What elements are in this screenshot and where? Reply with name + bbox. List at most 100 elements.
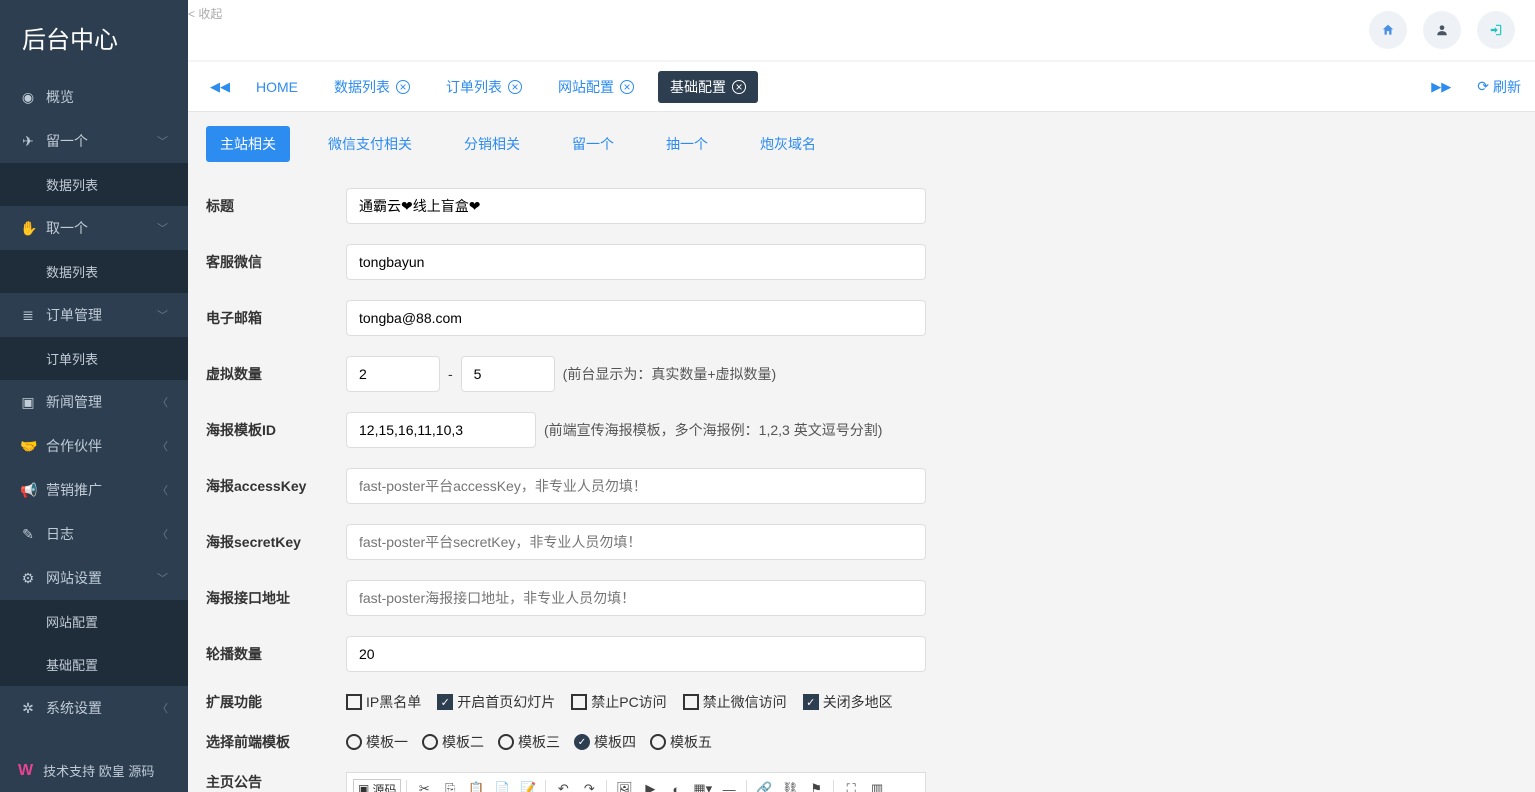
tab[interactable]: 网站配置× <box>546 71 646 103</box>
checkbox-option[interactable]: 禁止PC访问 <box>571 692 666 712</box>
virtual-from-input[interactable] <box>346 356 440 392</box>
sidebar-item[interactable]: ▣新闻管理〈 <box>0 380 188 424</box>
sidebar-item[interactable]: ✲系统设置〈 <box>0 686 188 730</box>
tab[interactable]: HOME <box>244 71 310 103</box>
undo-icon[interactable]: ↶ <box>551 777 575 792</box>
poster-id-input[interactable] <box>346 412 536 448</box>
checkbox-option[interactable]: ✓开启首页幻灯片 <box>437 692 555 712</box>
paste-word-icon[interactable]: 📝 <box>516 777 540 792</box>
unlink-icon[interactable]: ⛓ <box>778 777 802 792</box>
carousel-input[interactable] <box>346 636 926 672</box>
main: ◀◀ HOME数据列表×订单列表×网站配置×基础配置× ▶▶ ⟳ 刷新 主站相关… <box>188 0 1535 792</box>
paste-text-icon[interactable]: 📄 <box>490 777 514 792</box>
subtab[interactable]: 微信支付相关 <box>314 126 426 162</box>
api-url-input[interactable] <box>346 580 926 616</box>
radio-option[interactable]: 模板一 <box>346 732 408 752</box>
sidebar-item[interactable]: ⚙网站设置﹀ <box>0 556 188 600</box>
subtab[interactable]: 抽一个 <box>652 126 722 162</box>
radio-option[interactable]: 模板五 <box>650 732 712 752</box>
subtab[interactable]: 留一个 <box>558 126 628 162</box>
radio-label: 模板一 <box>366 732 408 752</box>
media-icon[interactable]: ◐ <box>664 777 688 792</box>
subtab[interactable]: 分销相关 <box>450 126 534 162</box>
table-icon[interactable]: ▦▾ <box>690 777 715 792</box>
paste-icon[interactable]: 📋 <box>464 777 488 792</box>
checkbox-icon <box>683 694 699 710</box>
checkbox-label: 禁止PC访问 <box>591 692 666 712</box>
subtab[interactable]: 炮灰域名 <box>746 126 830 162</box>
redo-icon[interactable]: ↷ <box>577 777 601 792</box>
wechat-input[interactable] <box>346 244 926 280</box>
sitemap-icon: ⚙ <box>20 570 36 587</box>
subtab[interactable]: 主站相关 <box>206 126 290 162</box>
close-icon[interactable]: × <box>620 80 634 94</box>
label-virtual-count: 虚拟数量 <box>206 364 346 384</box>
secret-key-input[interactable] <box>346 524 926 560</box>
user-button[interactable] <box>1423 11 1461 49</box>
sidebar-subitem[interactable]: 数据列表 <box>0 250 188 293</box>
sidebar-item[interactable]: 📢营销推广〈 <box>0 468 188 512</box>
sidebar-item-label: 数据列表 <box>46 175 168 194</box>
close-icon[interactable]: × <box>396 80 410 94</box>
subtabs: 主站相关微信支付相关分销相关留一个抽一个炮灰域名 <box>188 112 1535 162</box>
cut-icon[interactable]: ✂ <box>412 777 436 792</box>
hand-icon: ✋ <box>20 220 36 237</box>
sidebar-subitem[interactable]: 数据列表 <box>0 163 188 206</box>
checkbox-option[interactable]: 禁止微信访问 <box>683 692 787 712</box>
sidebar-subitem[interactable]: 订单列表 <box>0 337 188 380</box>
radio-option[interactable]: 模板三 <box>498 732 560 752</box>
collapse-toggle[interactable]: < 收起 <box>188 5 222 22</box>
blocks-icon[interactable]: ▥ <box>865 777 889 792</box>
sidebar-item[interactable]: ✈留一个﹀ <box>0 119 188 163</box>
sidebar-item-label: 系统设置 <box>46 698 157 718</box>
sidebar-item[interactable]: ≣订单管理﹀ <box>0 293 188 337</box>
virtual-to-input[interactable] <box>461 356 555 392</box>
radio-option[interactable]: 模板四 <box>574 732 636 752</box>
home-button[interactable] <box>1369 11 1407 49</box>
copy-icon[interactable]: ⎘ <box>438 777 462 792</box>
refresh-button[interactable]: ⟳ 刷新 <box>1477 77 1521 97</box>
tab[interactable]: 数据列表 × <box>322 71 422 103</box>
hr-icon[interactable]: — <box>717 777 741 792</box>
radio-icon <box>422 734 438 750</box>
logout-button[interactable] <box>1477 11 1515 49</box>
email-input[interactable] <box>346 300 926 336</box>
tab[interactable]: 基础配置× <box>658 71 758 103</box>
sidebar-item-label: 新闻管理 <box>46 392 157 412</box>
tabs-next-icon[interactable]: ▶▶ <box>1423 73 1459 101</box>
checkbox-option[interactable]: ✓关闭多地区 <box>803 692 893 712</box>
maximize-icon[interactable]: ⛶ <box>839 777 863 792</box>
tabs-prev-icon[interactable]: ◀◀ <box>202 73 238 101</box>
footer-support[interactable]: W 技术支持 欧皇 源码 <box>0 749 188 792</box>
dashboard-icon: ◉ <box>20 89 36 106</box>
checkbox-label: IP黑名单 <box>366 692 421 712</box>
radio-option[interactable]: 模板二 <box>422 732 484 752</box>
sidebar-subitem[interactable]: 基础配置 <box>0 643 188 686</box>
sidebar-item[interactable]: ✎日志〈 <box>0 512 188 556</box>
content: 主站相关微信支付相关分销相关留一个抽一个炮灰域名 标题 客服微信 电子邮箱 虚拟… <box>188 112 1535 792</box>
sidebar-subitem[interactable]: 网站配置 <box>0 600 188 643</box>
sidebar-item[interactable]: ◉概览 <box>0 75 188 119</box>
close-icon[interactable]: × <box>508 80 522 94</box>
access-key-input[interactable] <box>346 468 926 504</box>
title-input[interactable] <box>346 188 926 224</box>
link-icon[interactable]: 🔗 <box>752 777 776 792</box>
anchor-icon[interactable]: ⚑ <box>804 777 828 792</box>
range-separator: - <box>448 366 453 382</box>
refresh-label: 刷新 <box>1493 77 1521 97</box>
tab[interactable]: 订单列表× <box>434 71 534 103</box>
flash-icon[interactable]: ▶ <box>638 777 662 792</box>
checkbox-icon <box>346 694 362 710</box>
checkbox-option[interactable]: IP黑名单 <box>346 692 421 712</box>
radio-label: 模板四 <box>594 732 636 752</box>
sidebar-item[interactable]: 🤝合作伙伴〈 <box>0 424 188 468</box>
close-icon[interactable]: × <box>732 80 746 94</box>
tab-label: 数据列表 <box>334 77 390 97</box>
chevron-down-icon: ﹀ <box>157 307 168 323</box>
editor-toolbar: ▣ 源码 ✂ ⎘ 📋 📄 📝 ↶ ↷ 🖼 ▶ <box>347 773 925 792</box>
sidebar-item[interactable]: ✋取一个﹀ <box>0 206 188 250</box>
topbar <box>188 0 1535 60</box>
sidebar-item-label: 取一个 <box>46 218 157 238</box>
image-icon[interactable]: 🖼 <box>612 777 636 792</box>
editor-source-button[interactable]: ▣ 源码 <box>353 779 401 792</box>
